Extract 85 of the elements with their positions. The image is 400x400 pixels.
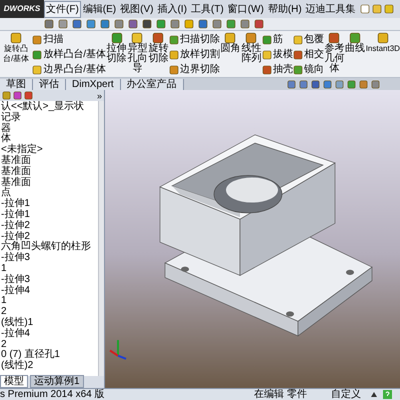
tree-item[interactable]: 1 — [0, 296, 98, 308]
feature-icon — [168, 50, 179, 60]
tree-item[interactable]: (线性)1 — [0, 318, 98, 329]
tree-item[interactable]: 点 — [0, 188, 98, 200]
ribbon-button[interactable]: 线性阵列 — [240, 32, 262, 64]
tree-item[interactable]: -拉伸4 — [0, 286, 98, 296]
menu-item[interactable]: 工具(T) — [188, 0, 226, 18]
feature-icon — [262, 34, 272, 44]
feature-icon — [32, 34, 42, 44]
model-tab[interactable]: 运动算例1 — [30, 375, 84, 388]
ribbon-button[interactable]: 筋 — [262, 34, 293, 45]
axis-triad-icon — [109, 340, 126, 360]
ribbon-button[interactable]: 放样切割 — [168, 49, 220, 60]
edit-mode: 在编辑 零件 — [254, 389, 307, 400]
menu-item[interactable]: 插入(I) — [155, 0, 189, 18]
tree-item[interactable]: 记录 — [0, 112, 98, 124]
ribbon-button[interactable]: Instant3D — [366, 32, 400, 54]
tree-item[interactable]: -拉伸3 — [0, 253, 98, 264]
command-tab[interactable]: 办公室产品 — [120, 78, 184, 90]
ribbon-button[interactable]: 放样凸台/基体 — [32, 49, 106, 60]
feature-icon — [131, 32, 144, 44]
tree-item[interactable]: -拉伸2 — [0, 220, 98, 232]
help-icon[interactable] — [383, 390, 392, 399]
feature-icon — [110, 32, 122, 44]
menu-item[interactable]: 帮助(H) — [266, 0, 304, 18]
ribbon-button[interactable]: 拔模 — [262, 49, 293, 60]
command-tab[interactable]: 草图 — [0, 78, 33, 90]
ribbon-button[interactable]: 曲线 — [344, 32, 366, 54]
tree-item[interactable]: -拉伸1 — [0, 199, 98, 210]
menu-item[interactable]: 视图(V) — [118, 0, 156, 18]
menu-item[interactable]: 编辑(E) — [80, 0, 118, 18]
product-name: s Premium 2014 x64 版 — [0, 389, 104, 400]
tree-item[interactable]: 1 — [0, 264, 98, 275]
units-label[interactable]: 自定义 — [331, 389, 361, 400]
feature-icon — [168, 64, 179, 74]
more-tabs-icon[interactable]: » — [96, 90, 104, 100]
feature-icon — [376, 32, 389, 44]
ribbon-button[interactable]: 抽壳 — [262, 64, 293, 75]
ribbon-button[interactable]: 边界凸台/基体 — [32, 64, 106, 75]
caret-icon[interactable] — [371, 392, 377, 397]
feature-icon — [292, 50, 303, 60]
ribbon-button[interactable]: 包覆 — [292, 34, 324, 45]
feature-icon — [328, 32, 340, 44]
feature-icon — [152, 32, 164, 44]
command-tab[interactable]: 评估 — [33, 78, 66, 90]
tree-item[interactable]: 认<<默认>_显示状 — [0, 102, 98, 113]
ribbon-button[interactable]: 镜向 — [292, 64, 324, 75]
feature-icon — [10, 32, 22, 44]
ribbon-button[interactable]: 圆角 — [220, 32, 241, 54]
tree-item[interactable]: 基准面 — [0, 166, 98, 178]
scrollbar[interactable] — [98, 101, 104, 376]
menu-item[interactable]: 文件(F) — [44, 0, 81, 18]
ribbon-button[interactable]: 边界切除 — [168, 64, 220, 75]
feature-icon — [292, 64, 303, 74]
feature-icon — [292, 34, 303, 44]
feature-icon — [168, 34, 179, 44]
ribbon-button[interactable]: 扫描 — [32, 34, 106, 45]
tree-item[interactable]: <未指定> — [0, 145, 98, 156]
tree-item[interactable]: (线性)2 — [0, 361, 98, 372]
feature-icon — [32, 64, 42, 74]
menu-item[interactable]: 迈迪工具集 — [304, 0, 358, 18]
feature-icon — [245, 32, 258, 44]
tree-item[interactable]: 器 — [0, 124, 98, 134]
feature-icon — [262, 64, 272, 74]
ribbon-button[interactable]: 旋转凸台/基体 — [0, 32, 32, 64]
ribbon-button[interactable]: 旋转切除 — [148, 32, 169, 64]
tree-item[interactable]: -拉伸3 — [0, 274, 98, 286]
tree-item[interactable]: -拉伸1 — [0, 210, 98, 221]
app-logo: DWORKS — [0, 0, 44, 18]
feature-icon — [32, 50, 42, 60]
tree-item[interactable]: 基准面 — [0, 156, 98, 167]
command-tab[interactable]: DimXpert — [66, 78, 121, 90]
menu-item[interactable]: 窗口(W) — [226, 0, 266, 18]
tree-item[interactable]: 六角凹头螺钉的柱形 — [0, 242, 98, 254]
feature-icon — [349, 32, 362, 44]
model-tab[interactable]: 模型 — [0, 375, 28, 388]
tree-item[interactable]: -拉伸4 — [0, 328, 98, 340]
tree-item[interactable]: 2 — [0, 307, 98, 318]
ribbon-button[interactable]: 相交 — [292, 49, 324, 60]
ribbon-button[interactable]: 异型孔向导 — [126, 32, 148, 74]
ribbon-button[interactable]: 参考几何体 — [324, 32, 345, 74]
ribbon-button[interactable]: 扫描切除 — [168, 34, 220, 45]
feature-icon — [262, 50, 272, 60]
ribbon-button[interactable]: 拉伸切除 — [106, 32, 127, 64]
feature-icon — [224, 32, 236, 44]
